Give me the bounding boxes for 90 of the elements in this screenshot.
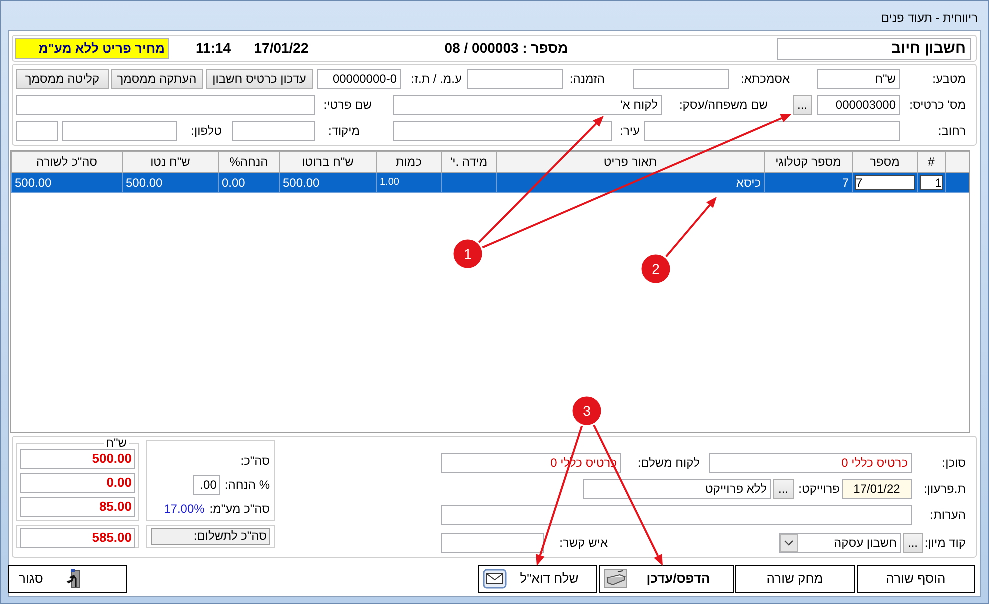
dropdown[interactable]: חשבון עסקה	[779, 533, 901, 553]
close-button[interactable]: סגור	[8, 565, 127, 593]
amount-field: 85.00	[20, 497, 135, 517]
action-button[interactable]: מחק שורה	[735, 565, 855, 593]
field-label: שם פרטי:	[322, 97, 372, 114]
field-label: מטבע:	[932, 71, 966, 88]
document-date: 17/01/22	[253, 39, 310, 58]
field-label: מיקוד:	[327, 123, 360, 140]
column-header[interactable]: מספר קטלוגי	[764, 152, 852, 172]
field-label: לקוח משלם:	[636, 455, 700, 472]
currency-caption: ש"ח	[105, 437, 128, 449]
field-label: הזמנה:	[568, 71, 605, 88]
text-field[interactable]: לקוח א'	[393, 95, 662, 115]
table-cell: 1.00	[376, 172, 442, 192]
text-field[interactable]: ש"ח	[817, 69, 900, 89]
table-cell: 7	[764, 172, 852, 192]
table-cell: 1	[918, 172, 946, 192]
field-label: ת.פרעון:	[923, 481, 966, 498]
text-field[interactable]	[16, 95, 315, 115]
column-header[interactable]: הנחה%	[218, 152, 280, 172]
envelope-icon	[483, 569, 507, 589]
field-label: שם משפחה/עסק:	[678, 97, 768, 114]
column-header[interactable]: מספר	[852, 152, 918, 172]
table-cell: 0.00	[218, 172, 280, 192]
window-title: ריווחית - תעוד פנים	[881, 10, 978, 27]
text-field[interactable]: 17/01/22	[842, 479, 912, 499]
printer-icon	[604, 569, 628, 589]
action-button[interactable]: הוסף שורה	[857, 565, 975, 593]
text-field[interactable]	[633, 69, 729, 89]
vat-rate: 17.00%	[164, 501, 205, 518]
table-cell: 500.00	[122, 172, 218, 192]
action-button[interactable]: הדפס/עדכן	[599, 565, 734, 593]
document-time: 11:14	[194, 39, 232, 58]
callout-marker: 2	[640, 253, 672, 285]
callout-marker: 1	[452, 238, 484, 270]
column-header[interactable]: כמות	[376, 152, 442, 172]
column-header[interactable]: ש"ח נטו	[122, 152, 218, 172]
form-button[interactable]: ...	[793, 95, 812, 115]
text-field[interactable]: ללא פרוייקט	[583, 479, 771, 499]
price-mode-label: מחיר פריט ללא מע"מ	[15, 38, 169, 59]
table-cell: 500.00	[280, 172, 376, 192]
field-label: קוד מיון:	[925, 535, 966, 552]
amount-field: 500.00	[20, 449, 135, 469]
text-field[interactable]	[62, 121, 177, 141]
field-label: אסמכתא:	[740, 71, 790, 88]
text-field[interactable]	[16, 121, 58, 141]
column-header[interactable]: סה"כ לשורה	[12, 152, 122, 172]
field-label: הערות:	[929, 507, 966, 522]
field-label: רחוב:	[937, 123, 966, 140]
text-field[interactable]: כרטיס כללי 0	[709, 453, 912, 473]
form-button[interactable]: העתקה ממסמך	[111, 69, 203, 89]
field-label: פרוייקט:	[798, 481, 840, 498]
text-field[interactable]: .00	[192, 475, 220, 495]
field-label: סוכן:	[941, 455, 966, 472]
table-cell: כיסא	[496, 172, 764, 192]
form-button[interactable]: קליטה ממסמך	[16, 69, 109, 89]
amount-field: 0.00	[20, 473, 135, 493]
field-label: עיר:	[619, 123, 640, 140]
field-label: איש קשר:	[558, 535, 608, 552]
column-header[interactable]: #	[918, 152, 946, 172]
form-button[interactable]: עדכון כרטיס חשבון	[206, 69, 313, 89]
text-field[interactable]	[441, 533, 544, 553]
document-type-field: חשבון חיוב	[777, 38, 971, 60]
form-button[interactable]: ...	[773, 479, 794, 499]
text-field[interactable]	[644, 121, 900, 141]
amount-field: 585.00	[20, 528, 135, 548]
column-header[interactable]: מידה .י'	[442, 152, 496, 172]
column-header[interactable]: ש"ח ברוטו	[280, 152, 376, 172]
text-field[interactable]	[467, 69, 563, 89]
text-field[interactable]	[393, 121, 612, 141]
exit-door-icon	[65, 569, 82, 589]
callout-marker: 3	[571, 395, 603, 427]
document-number: מספר : 000003 / 08	[444, 39, 570, 58]
table-cell: 500.00	[12, 172, 122, 192]
field-label: מס' כרטיס:	[908, 97, 966, 114]
table-cell: 7	[852, 172, 918, 192]
payable-label: סה"כ לתשלום:	[151, 528, 270, 545]
field-label: ע.מ. / ת.ז:	[410, 71, 462, 88]
column-header[interactable]: תאור פריט	[496, 152, 764, 172]
text-field[interactable]: 000003000	[817, 95, 900, 115]
chevron-down-icon	[780, 534, 798, 552]
field-label: סה"כ:	[240, 453, 270, 470]
field-label: טלפון:	[190, 123, 222, 140]
text-field[interactable]	[232, 121, 315, 141]
text-field[interactable]: 00000000-0	[317, 69, 401, 89]
form-button[interactable]: ...	[903, 533, 923, 553]
text-field[interactable]	[441, 505, 912, 525]
action-button[interactable]: שלח דוא"ל	[478, 565, 597, 593]
field-label: סה"כ מע"מ:	[210, 501, 270, 518]
field-label: % הנחה:	[224, 477, 270, 494]
